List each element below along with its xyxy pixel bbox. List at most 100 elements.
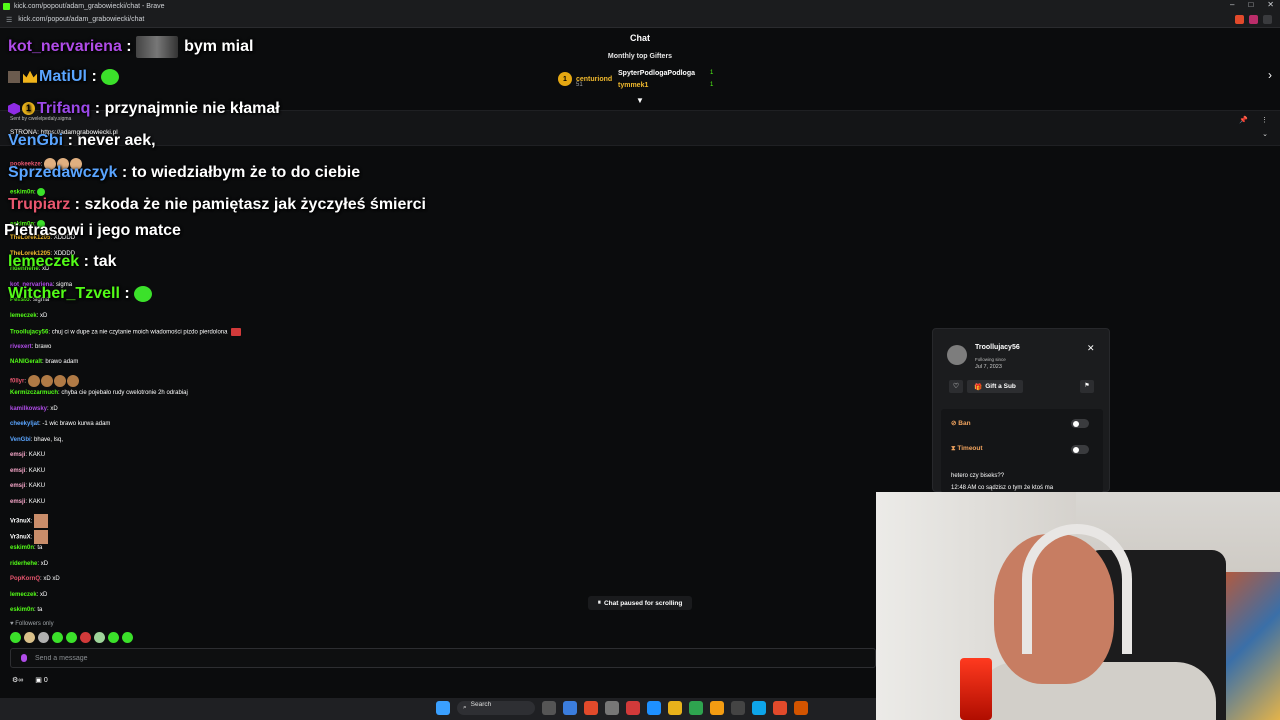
- window-title: kick.com/popout/adam_grabowiecki/chat - …: [14, 2, 165, 10]
- emote-icon[interactable]: [80, 632, 91, 643]
- emote-icon[interactable]: [66, 632, 77, 643]
- mod-tools-icon[interactable]: ⚑: [1080, 380, 1094, 393]
- chat-username[interactable]: Kermizczarmuch: [10, 390, 58, 396]
- chat-message[interactable]: kamilkowsky: xD: [10, 406, 58, 412]
- chat-message[interactable]: PopKornQ: xD xD: [10, 576, 60, 582]
- app-icon[interactable]: [605, 701, 619, 715]
- chat-text: bhave, lsq,: [34, 437, 64, 443]
- chat-username[interactable]: riderhehe: [10, 561, 37, 567]
- chevron-right-icon[interactable]: ›: [1268, 68, 1272, 82]
- top-gifter-2[interactable]: SpyterPodlogaPodloga: [618, 70, 695, 77]
- close-icon[interactable]: ✕: [1087, 343, 1095, 354]
- chat-username[interactable]: NANIGeralt: [10, 359, 42, 365]
- chat-message[interactable]: f0llyr:: [10, 375, 80, 387]
- channel-points[interactable]: ▣ 0: [35, 676, 47, 684]
- expand-icon[interactable]: ⌄: [1262, 130, 1268, 138]
- chat-message[interactable]: rivexert: brawo: [10, 344, 51, 350]
- chat-message[interactable]: lemeczek: xD: [10, 592, 47, 598]
- app-icon[interactable]: [626, 701, 640, 715]
- chat-username[interactable]: eskim0n: [10, 607, 34, 613]
- chat-username[interactable]: emsji: [10, 499, 25, 505]
- chat-username[interactable]: eskim0n: [10, 545, 34, 551]
- top-gifter-3[interactable]: tymmek1: [618, 82, 648, 89]
- chat-username[interactable]: Vr3nuX: [10, 535, 31, 541]
- chat-username[interactable]: rivexert: [10, 344, 32, 350]
- chat-username[interactable]: lemeczek: [10, 592, 37, 598]
- chat-input[interactable]: [35, 654, 735, 662]
- chat-message[interactable]: VenGbi: bhave, lsq,: [10, 437, 63, 443]
- chat-username[interactable]: lemeczek: [10, 313, 37, 319]
- chat-username[interactable]: Vr3nuX: [10, 519, 31, 525]
- task-view-icon[interactable]: [542, 701, 556, 715]
- emote-icon[interactable]: [94, 632, 105, 643]
- emote-icon[interactable]: [108, 632, 119, 643]
- overlay-username: Trupiarz: [8, 196, 71, 213]
- chat-message[interactable]: Kermizczarmuch: chyba cie pojebało rudy …: [10, 390, 188, 396]
- minimize-icon[interactable]: –: [1230, 0, 1234, 9]
- address-bar[interactable]: ☰ kick.com/popout/adam_grabowiecki/chat: [0, 12, 1280, 28]
- ban-toggle[interactable]: [1071, 419, 1089, 428]
- chat-username[interactable]: cheekyljat: [10, 421, 39, 427]
- chat-message[interactable]: emsji: KAKU: [10, 468, 45, 474]
- settings-icon[interactable]: ⚙∞: [12, 676, 23, 684]
- app-icon[interactable]: [731, 701, 745, 715]
- kick-badge-icon: [21, 654, 27, 662]
- chat-message[interactable]: Vr3nuX:: [10, 514, 49, 528]
- url-text[interactable]: kick.com/popout/adam_grabowiecki/chat: [18, 16, 144, 23]
- chat-message[interactable]: emsji: KAKU: [10, 452, 45, 458]
- chat-message[interactable]: riderhehe: xD: [10, 561, 48, 567]
- gift-sub-button[interactable]: 🎁 Gift a Sub: [967, 380, 1023, 393]
- chat-message[interactable]: eskim0n:: [10, 188, 46, 196]
- collapse-arrow-icon[interactable]: ▼: [636, 96, 644, 105]
- chat-username[interactable]: PopKornQ: [10, 576, 40, 582]
- pin-icon[interactable]: 📌: [1239, 116, 1248, 124]
- chat-message[interactable]: eskim0n: ta: [10, 545, 42, 551]
- top-gifter-1[interactable]: 1 centuriond 51: [558, 72, 612, 88]
- chat-username[interactable]: emsji: [10, 468, 25, 474]
- emote-icon[interactable]: [122, 632, 133, 643]
- app-icon[interactable]: [752, 701, 766, 715]
- more-options-icon[interactable]: ⋮: [1261, 116, 1268, 124]
- chat-paused-banner[interactable]: ⏸ Chat paused for scrolling: [588, 596, 692, 610]
- close-window-icon[interactable]: ✕: [1267, 0, 1274, 9]
- chat-username[interactable]: eskim0n: [10, 190, 34, 196]
- app-icon[interactable]: [584, 701, 598, 715]
- app-icon[interactable]: [647, 701, 661, 715]
- app-icon[interactable]: [794, 701, 808, 715]
- windows-start-icon[interactable]: [436, 701, 450, 715]
- emote-icon[interactable]: [52, 632, 63, 643]
- chat-input-box[interactable]: [10, 648, 876, 668]
- maximize-icon[interactable]: □: [1248, 0, 1253, 9]
- chat-message[interactable]: emsji: KAKU: [10, 483, 45, 489]
- menu-icon[interactable]: [1263, 15, 1272, 24]
- chat-message[interactable]: lemeczek: xD: [10, 313, 47, 319]
- chat-message[interactable]: cheekyljat: -1 wic brawo kurwa adam: [10, 421, 110, 427]
- chat-message[interactable]: NANIGeralt: brawo adam: [10, 359, 78, 365]
- folder-icon[interactable]: [668, 701, 682, 715]
- overlay-text: Pietrasowi i jego matce: [4, 222, 181, 239]
- follow-heart-icon[interactable]: ♡: [949, 380, 963, 393]
- chat-username[interactable]: emsji: [10, 452, 25, 458]
- user-card-name[interactable]: Troollujacy56: [975, 344, 1020, 351]
- taskbar-search[interactable]: ⌕ Search: [457, 701, 535, 715]
- app-icon[interactable]: [689, 701, 703, 715]
- chat-username[interactable]: f0llyr: [10, 379, 24, 385]
- brave-rewards-icon[interactable]: [1249, 15, 1258, 24]
- chat-username[interactable]: emsji: [10, 483, 25, 489]
- chat-message[interactable]: Vr3nuX:: [10, 530, 49, 544]
- chat-username[interactable]: Troollujacy56: [10, 330, 48, 336]
- chat-message[interactable]: Troollujacy56: chuj ci w dupe za nie czy…: [10, 328, 242, 336]
- app-icon[interactable]: [563, 701, 577, 715]
- site-info-icon[interactable]: ☰: [6, 16, 12, 24]
- timeout-toggle[interactable]: [1071, 445, 1089, 454]
- emote-icon[interactable]: [38, 632, 49, 643]
- emote-icon[interactable]: [24, 632, 35, 643]
- chat-username[interactable]: VenGbi: [10, 437, 31, 443]
- app-icon[interactable]: [710, 701, 724, 715]
- chat-username[interactable]: kamilkowsky: [10, 406, 47, 412]
- chat-message[interactable]: eskim0n: ta: [10, 607, 42, 613]
- brave-icon[interactable]: [773, 701, 787, 715]
- brave-shield-icon[interactable]: [1235, 15, 1244, 24]
- emote-icon[interactable]: [10, 632, 21, 643]
- chat-message[interactable]: emsji: KAKU: [10, 499, 45, 505]
